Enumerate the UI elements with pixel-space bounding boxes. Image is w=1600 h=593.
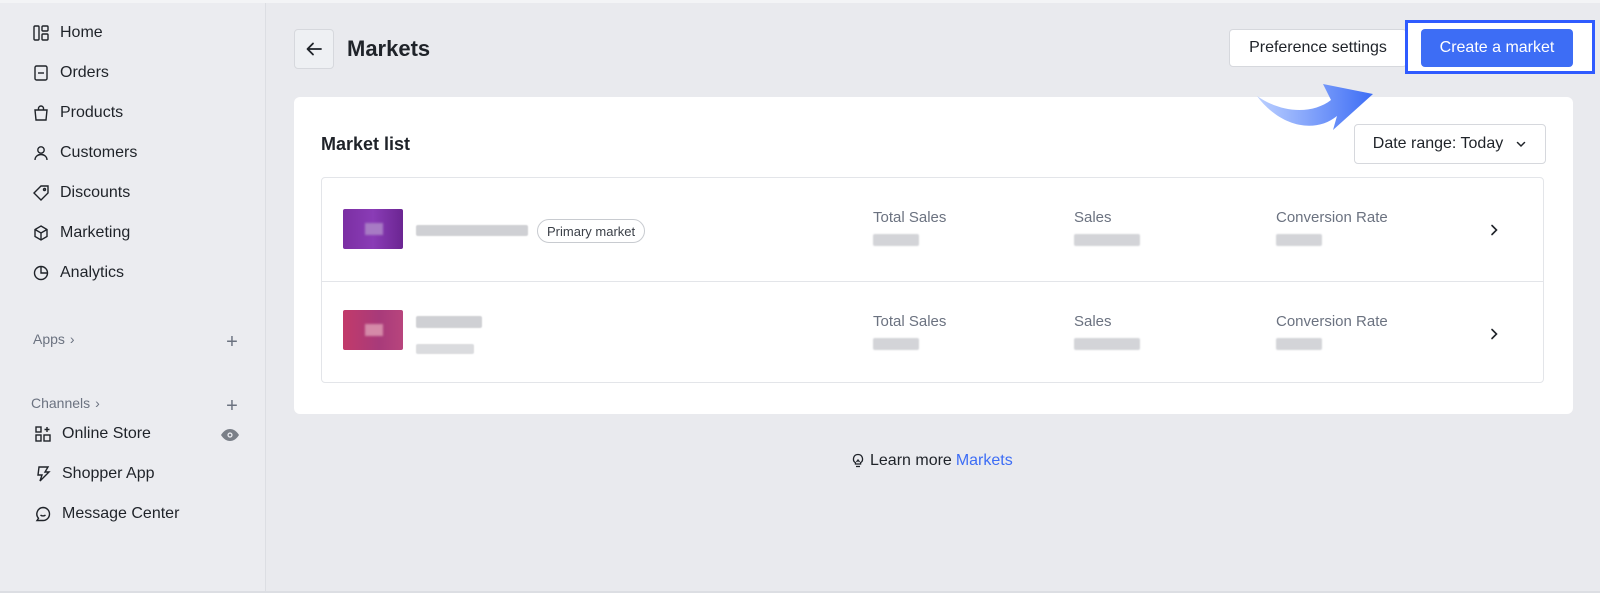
page-title: Markets	[347, 36, 431, 61]
apps-section-toggle[interactable]: Apps ›	[33, 331, 75, 347]
total-sales-label: Total Sales	[873, 313, 947, 330]
channels-section-toggle[interactable]: Channels ›	[31, 395, 100, 411]
marketing-icon	[32, 224, 50, 242]
market-name-redacted	[416, 225, 528, 236]
chevron-down-icon	[1515, 138, 1527, 150]
customers-icon	[32, 144, 50, 162]
sidebar-item-label: Marketing	[60, 224, 131, 241]
market-name-redacted	[416, 316, 482, 328]
sidebar-item-online-store[interactable]: Online Store	[34, 421, 151, 447]
sidebar-item-analytics[interactable]: Analytics	[32, 260, 124, 286]
sidebar-item-label: Analytics	[60, 264, 125, 281]
sales-value-redacted	[1074, 338, 1140, 350]
sidebar-item-label: Orders	[60, 64, 109, 81]
chevron-right-icon: ›	[95, 395, 100, 411]
sidebar-item-discounts[interactable]: Discounts	[32, 180, 130, 206]
add-app-icon[interactable]: +	[225, 332, 239, 352]
eye-icon[interactable]	[220, 428, 240, 442]
sidebar-item-products[interactable]: Products	[32, 100, 123, 126]
learn-more: Learn more Markets	[850, 452, 1013, 470]
sidebar-item-shopper-app[interactable]: Shopper App	[34, 461, 155, 487]
date-range-label: Date range: Today	[1372, 135, 1504, 152]
home-icon	[32, 24, 50, 42]
channels-label: Channels	[31, 395, 91, 411]
total-sales-value-redacted	[873, 338, 919, 350]
market-thumbnail	[343, 310, 403, 350]
sidebar-item-message-center[interactable]: Message Center	[34, 501, 179, 527]
message-center-icon	[34, 505, 52, 523]
online-store-icon	[34, 425, 52, 443]
pointer-arrow-icon	[1257, 84, 1373, 130]
products-icon	[32, 104, 50, 122]
sidebar-item-orders[interactable]: Orders	[32, 60, 109, 86]
sidebar-item-label: Customers	[60, 144, 138, 161]
sales-value-redacted	[1074, 234, 1140, 246]
sidebar-item-label: Message Center	[62, 505, 180, 522]
market-list: Primary market Total Sales Sales Convers…	[321, 177, 1544, 383]
conversion-rate-label: Conversion Rate	[1276, 313, 1388, 330]
market-row[interactable]: Total Sales Sales Conversion Rate	[322, 281, 1543, 385]
sidebar-item-marketing[interactable]: Marketing	[32, 220, 130, 246]
chevron-right-icon: ›	[69, 331, 75, 347]
conversion-rate-label: Conversion Rate	[1276, 209, 1388, 226]
orders-icon	[32, 64, 50, 82]
back-button[interactable]	[294, 29, 334, 69]
chevron-right-icon	[1487, 223, 1501, 237]
total-sales-label: Total Sales	[873, 209, 947, 226]
sidebar-item-customers[interactable]: Customers	[32, 140, 137, 166]
apps-label: Apps	[33, 331, 65, 347]
sidebar-item-label: Products	[60, 104, 124, 121]
chevron-right-icon	[1487, 327, 1501, 341]
sidebar-item-home[interactable]: Home	[32, 20, 103, 46]
market-sub-redacted	[416, 344, 474, 354]
markets-link[interactable]: Markets	[956, 452, 1013, 470]
sales-label: Sales	[1074, 313, 1112, 330]
sales-label: Sales	[1074, 209, 1112, 226]
conversion-rate-value-redacted	[1276, 338, 1322, 350]
market-thumbnail	[343, 209, 403, 249]
lightbulb-icon	[850, 453, 866, 469]
primary-market-badge: Primary market	[537, 219, 646, 243]
market-list-title: Market list	[321, 134, 411, 154]
shopper-app-icon	[34, 465, 52, 483]
create-market-button[interactable]: Create a market	[1421, 29, 1573, 67]
analytics-icon	[32, 264, 50, 282]
market-row[interactable]: Primary market Total Sales Sales Convers…	[322, 178, 1543, 281]
sidebar-item-label: Home	[60, 24, 103, 41]
learn-more-text: Learn more	[870, 452, 952, 469]
total-sales-value-redacted	[873, 234, 919, 246]
sidebar: Home Orders Products Customers Discounts…	[0, 3, 266, 591]
discounts-icon	[32, 184, 50, 202]
preference-settings-button[interactable]: Preference settings	[1229, 29, 1407, 67]
conversion-rate-value-redacted	[1276, 234, 1322, 246]
sidebar-item-label: Discounts	[60, 184, 131, 201]
add-channel-icon[interactable]: +	[225, 396, 239, 416]
sidebar-item-label: Shopper App	[62, 465, 155, 482]
arrow-left-icon	[306, 42, 322, 56]
sidebar-item-label: Online Store	[62, 425, 151, 442]
